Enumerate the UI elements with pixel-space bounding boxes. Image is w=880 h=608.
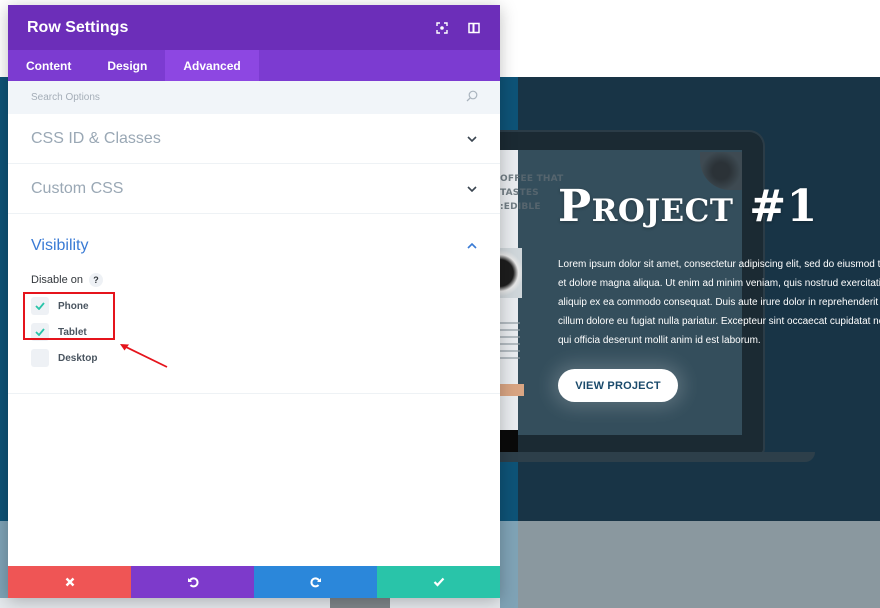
help-icon[interactable]: ?	[88, 273, 103, 287]
page-background-lower	[0, 521, 8, 608]
checkbox-label: Phone	[58, 300, 89, 312]
modal-title: Row Settings	[27, 18, 129, 36]
disable-on-label: Disable on	[31, 274, 83, 286]
project-description: Lorem ipsum dolor sit amet, consectetur …	[558, 255, 880, 350]
page-background-strip	[0, 77, 8, 521]
undo-button[interactable]	[131, 566, 254, 598]
project-title: Project #1	[558, 181, 818, 232]
description-line: cillum dolore eu fugiat nulla pariatur. …	[558, 316, 880, 327]
check-icon	[35, 328, 45, 336]
cancel-button[interactable]	[8, 566, 131, 598]
tab-content[interactable]: Content	[8, 50, 89, 81]
section-visibility: Visibility Disable on ? Phone Tablet Des…	[8, 214, 500, 394]
search-options-input[interactable]	[31, 92, 466, 103]
checkbox[interactable]	[31, 297, 49, 315]
redo-icon	[309, 577, 321, 588]
chevron-down-icon	[466, 133, 478, 145]
checkbox-tablet[interactable]: Tablet	[31, 319, 478, 345]
mockup-button	[500, 384, 524, 396]
lower-section-edge	[500, 521, 518, 608]
undo-icon	[187, 577, 199, 588]
laptop-base	[500, 452, 815, 462]
tab-advanced[interactable]: Advanced	[165, 50, 259, 81]
section-custom-css[interactable]: Custom CSS	[8, 164, 500, 214]
description-line: aliquip ex ea commodo consequat. Duis au…	[558, 297, 880, 308]
description-line: qui officia deserunt mollit anim id est …	[558, 335, 761, 346]
checkbox-phone[interactable]: Phone	[31, 293, 478, 319]
description-line: et dolore magna aliqua. Ut enim ad minim…	[558, 278, 880, 289]
search-icon[interactable]	[466, 89, 478, 107]
section-css-id-classes[interactable]: CSS ID & Classes	[8, 114, 500, 164]
modal-footer	[8, 566, 500, 598]
check-icon	[433, 577, 444, 587]
split-view-icon[interactable]	[466, 20, 482, 36]
bottom-section	[0, 598, 500, 608]
checkbox-desktop[interactable]: Desktop	[31, 345, 478, 371]
device-checkbox-list: Phone Tablet Desktop	[31, 293, 478, 371]
checkbox[interactable]	[31, 323, 49, 341]
screen: OFFEE THAT TASTES :EDIBLE Project #1 Lor…	[0, 0, 880, 608]
lower-section	[500, 521, 880, 608]
mockup-text-lines	[500, 322, 520, 362]
section-title: Custom CSS	[31, 179, 124, 197]
fullscreen-icon[interactable]	[434, 20, 450, 36]
redo-button[interactable]	[254, 566, 377, 598]
bottom-image-thumbnail	[330, 598, 390, 608]
tab-design[interactable]: Design	[89, 50, 165, 81]
modal-header: Row Settings	[8, 5, 500, 50]
visibility-header[interactable]: Visibility	[31, 214, 478, 264]
view-project-button[interactable]: VIEW PROJECT	[558, 369, 678, 402]
chevron-down-icon	[466, 183, 478, 195]
coffee-cup-image	[500, 248, 522, 298]
close-icon	[65, 577, 74, 587]
checkbox-label: Desktop	[58, 352, 98, 364]
tab-bar: Content Design Advanced	[8, 50, 500, 81]
disable-on-label-row: Disable on ?	[31, 272, 478, 288]
check-icon	[35, 302, 45, 310]
row-settings-modal: Row Settings Content Design Advanced Sea…	[8, 5, 500, 598]
checkbox[interactable]	[31, 349, 49, 367]
checkbox-label: Tablet	[58, 326, 87, 338]
section-title: Visibility	[31, 237, 89, 254]
laptop-bezel	[500, 430, 518, 452]
chevron-up-icon	[466, 240, 478, 252]
save-button[interactable]	[377, 566, 500, 598]
section-title: CSS ID & Classes	[31, 129, 161, 147]
search-bar	[8, 81, 500, 114]
description-line: Lorem ipsum dolor sit amet, consectetur …	[558, 259, 880, 270]
